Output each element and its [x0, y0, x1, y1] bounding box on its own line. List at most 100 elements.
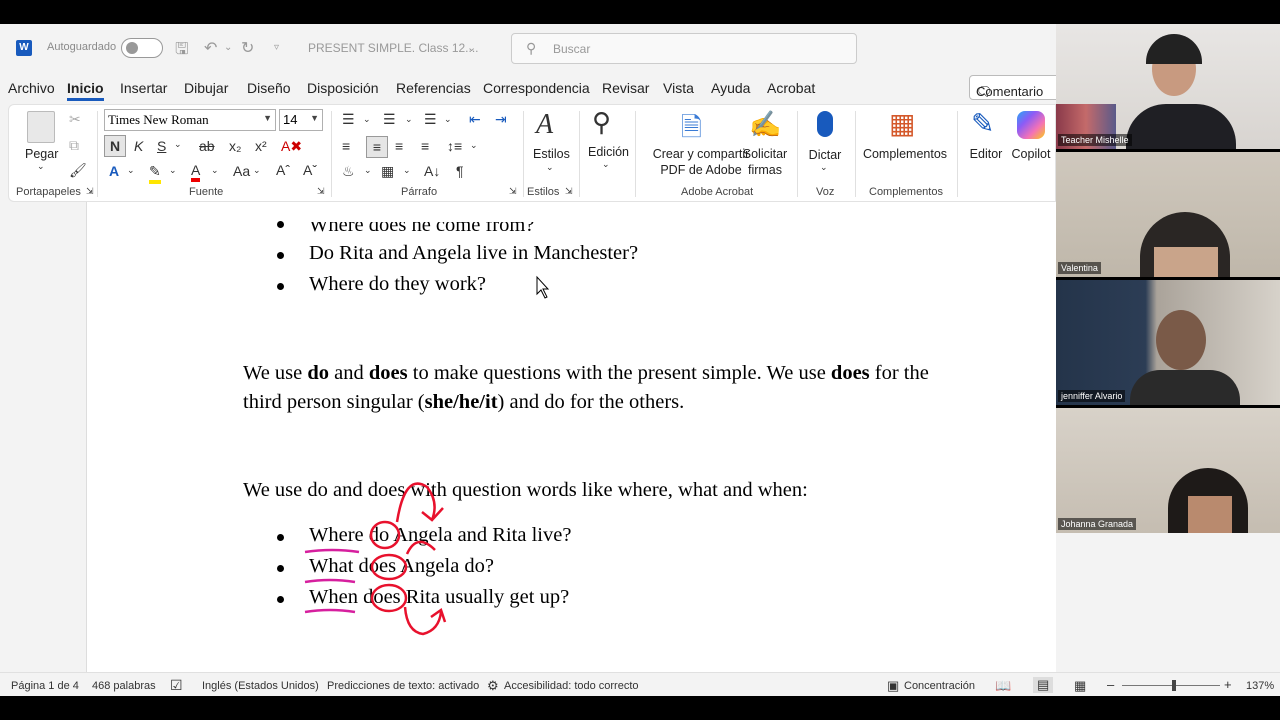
- editor-label[interactable]: Editor: [967, 146, 1005, 162]
- clear-format-icon[interactable]: A✖: [281, 138, 302, 155]
- zoom-in-icon[interactable]: +: [1224, 677, 1232, 692]
- change-case-icon[interactable]: Aa: [233, 163, 250, 179]
- change-case-dropdown-icon[interactable]: ⌄: [253, 165, 261, 176]
- request-sign-label-1[interactable]: Solicitar: [737, 146, 793, 162]
- zoom-slider-thumb[interactable]: [1172, 680, 1176, 691]
- print-layout-icon[interactable]: ▤: [1033, 677, 1054, 693]
- request-sign-label-2[interactable]: firmas: [737, 162, 793, 178]
- styles-launcher-icon[interactable]: ⇲: [565, 186, 573, 197]
- edit-dropdown-icon[interactable]: ⌄: [602, 159, 610, 170]
- font-launcher-icon[interactable]: ⇲: [317, 186, 325, 197]
- undo-icon[interactable]: ↶: [204, 38, 217, 58]
- styles-icon[interactable]: A: [536, 109, 553, 141]
- line-spacing-icon[interactable]: ↕≡: [447, 138, 462, 154]
- paragraph-launcher-icon[interactable]: ⇲: [509, 186, 517, 197]
- styles-dropdown-icon[interactable]: ⌄: [546, 162, 554, 173]
- undo-dropdown-icon[interactable]: ⌄: [224, 42, 232, 53]
- strikethrough-button[interactable]: ab: [199, 138, 215, 154]
- multilevel-dropdown-icon[interactable]: ⌄: [444, 114, 452, 125]
- font-name-select[interactable]: Times New Roman ▼: [104, 109, 276, 131]
- zoom-level[interactable]: 137%: [1246, 680, 1274, 692]
- copy-icon[interactable]: ⧉: [69, 137, 79, 154]
- clipboard-launcher-icon[interactable]: ⇲: [86, 186, 94, 197]
- language-label[interactable]: Inglés (Estados Unidos): [202, 680, 319, 692]
- tab-vista[interactable]: Vista: [663, 80, 694, 96]
- font-color-icon[interactable]: A: [191, 163, 201, 182]
- text-effects-dropdown-icon[interactable]: ⌄: [127, 165, 135, 176]
- tab-correspondencia[interactable]: Correspondencia: [483, 80, 590, 96]
- align-left-icon[interactable]: ≡: [342, 138, 350, 154]
- decrease-indent-icon[interactable]: ⇤: [469, 111, 481, 128]
- tab-dibujar[interactable]: Dibujar: [184, 80, 228, 96]
- zoom-out-icon[interactable]: –: [1107, 677, 1114, 692]
- edit-label[interactable]: Edición: [588, 144, 629, 160]
- participant-tile[interactable]: Valentina: [1056, 152, 1280, 277]
- redo-icon[interactable]: ↻: [241, 38, 254, 58]
- focus-label[interactable]: Concentración: [904, 680, 975, 692]
- italic-button[interactable]: K: [134, 138, 143, 154]
- multilevel-list-icon[interactable]: ☰: [424, 111, 437, 128]
- align-center-icon[interactable]: ≡: [366, 136, 388, 158]
- cut-icon[interactable]: ✂: [69, 111, 81, 128]
- align-right-icon[interactable]: ≡: [395, 138, 403, 154]
- tab-diseno[interactable]: Diseño: [247, 80, 291, 96]
- page-count[interactable]: Página 1 de 4: [11, 680, 79, 692]
- styles-label[interactable]: Estilos: [533, 146, 570, 162]
- grow-font-icon[interactable]: Aˆ: [276, 162, 290, 178]
- borders-dropdown-icon[interactable]: ⌄: [403, 165, 411, 176]
- request-sign-icon[interactable]: ✍: [749, 109, 781, 140]
- tab-inicio[interactable]: Inicio: [67, 80, 104, 101]
- magnifier-icon[interactable]: ⚲: [592, 107, 611, 138]
- copilot-label[interactable]: Copilot: [1009, 146, 1053, 162]
- proofing-icon[interactable]: ☑: [170, 677, 183, 694]
- predictions-label[interactable]: Predicciones de texto: activado: [327, 680, 479, 692]
- shrink-font-icon[interactable]: Aˇ: [303, 162, 317, 178]
- borders-icon[interactable]: ▦: [381, 163, 394, 180]
- numbering-icon[interactable]: ☰: [383, 111, 396, 128]
- text-effects-icon[interactable]: A: [109, 163, 119, 179]
- tab-archivo[interactable]: Archivo: [8, 80, 55, 96]
- paste-dropdown-icon[interactable]: ⌄: [37, 161, 45, 172]
- copilot-icon[interactable]: [1017, 111, 1045, 139]
- editor-icon[interactable]: ✎: [971, 107, 994, 140]
- increase-indent-icon[interactable]: ⇥: [495, 111, 507, 128]
- underline-dropdown-icon[interactable]: ⌄: [174, 139, 182, 150]
- tab-ayuda[interactable]: Ayuda: [711, 80, 750, 96]
- participant-tile[interactable]: Johanna Granada: [1056, 408, 1280, 533]
- addins-icon[interactable]: ▦: [889, 107, 915, 140]
- dictate-label[interactable]: Dictar: [805, 147, 845, 163]
- show-marks-icon[interactable]: ¶: [456, 163, 464, 179]
- comment-button[interactable]: 🗨 Comentario: [969, 75, 1056, 100]
- document-title[interactable]: PRESENT SIMPLE. Class 12....: [308, 41, 479, 55]
- addins-label[interactable]: Complementos: [861, 146, 949, 162]
- subscript-button[interactable]: x₂: [229, 138, 241, 154]
- microphone-icon[interactable]: [817, 111, 833, 137]
- format-painter-icon[interactable]: 🖌: [69, 162, 87, 179]
- search-box[interactable]: ⚲ Buscar: [511, 33, 857, 64]
- autosave-toggle[interactable]: [121, 38, 163, 58]
- highlight-dropdown-icon[interactable]: ⌄: [169, 165, 177, 176]
- document-page[interactable]: Where does he come from? Do Rita and Ang…: [86, 202, 1056, 696]
- participant-tile[interactable]: jenniffer Alvario: [1056, 280, 1280, 405]
- font-size-select[interactable]: 14 ▼: [279, 109, 323, 131]
- shading-icon[interactable]: ♨: [342, 163, 355, 180]
- numbering-dropdown-icon[interactable]: ⌄: [405, 114, 413, 125]
- font-color-dropdown-icon[interactable]: ⌄: [211, 165, 219, 176]
- tab-acrobat[interactable]: Acrobat: [767, 80, 815, 96]
- zoom-slider[interactable]: [1122, 685, 1220, 686]
- tab-disposicion[interactable]: Disposición: [307, 80, 379, 96]
- line-spacing-dropdown-icon[interactable]: ⌄: [470, 140, 478, 151]
- tab-insertar[interactable]: Insertar: [120, 80, 167, 96]
- paste-icon[interactable]: [27, 111, 55, 143]
- highlight-icon[interactable]: ✎: [149, 163, 161, 184]
- bullets-dropdown-icon[interactable]: ⌄: [363, 114, 371, 125]
- word-count[interactable]: 468 palabras: [92, 680, 156, 692]
- superscript-button[interactable]: x²: [255, 138, 267, 154]
- customize-toolbar-icon[interactable]: ▿: [274, 42, 279, 53]
- tab-revisar[interactable]: Revisar: [602, 80, 649, 96]
- title-chevron-icon[interactable]: ⌄: [467, 41, 476, 54]
- participant-tile[interactable]: Teacher Mishelle: [1056, 24, 1280, 149]
- web-layout-icon[interactable]: ▦: [1074, 678, 1086, 694]
- read-mode-icon[interactable]: 📖: [995, 678, 1011, 694]
- bold-button[interactable]: N: [104, 135, 126, 157]
